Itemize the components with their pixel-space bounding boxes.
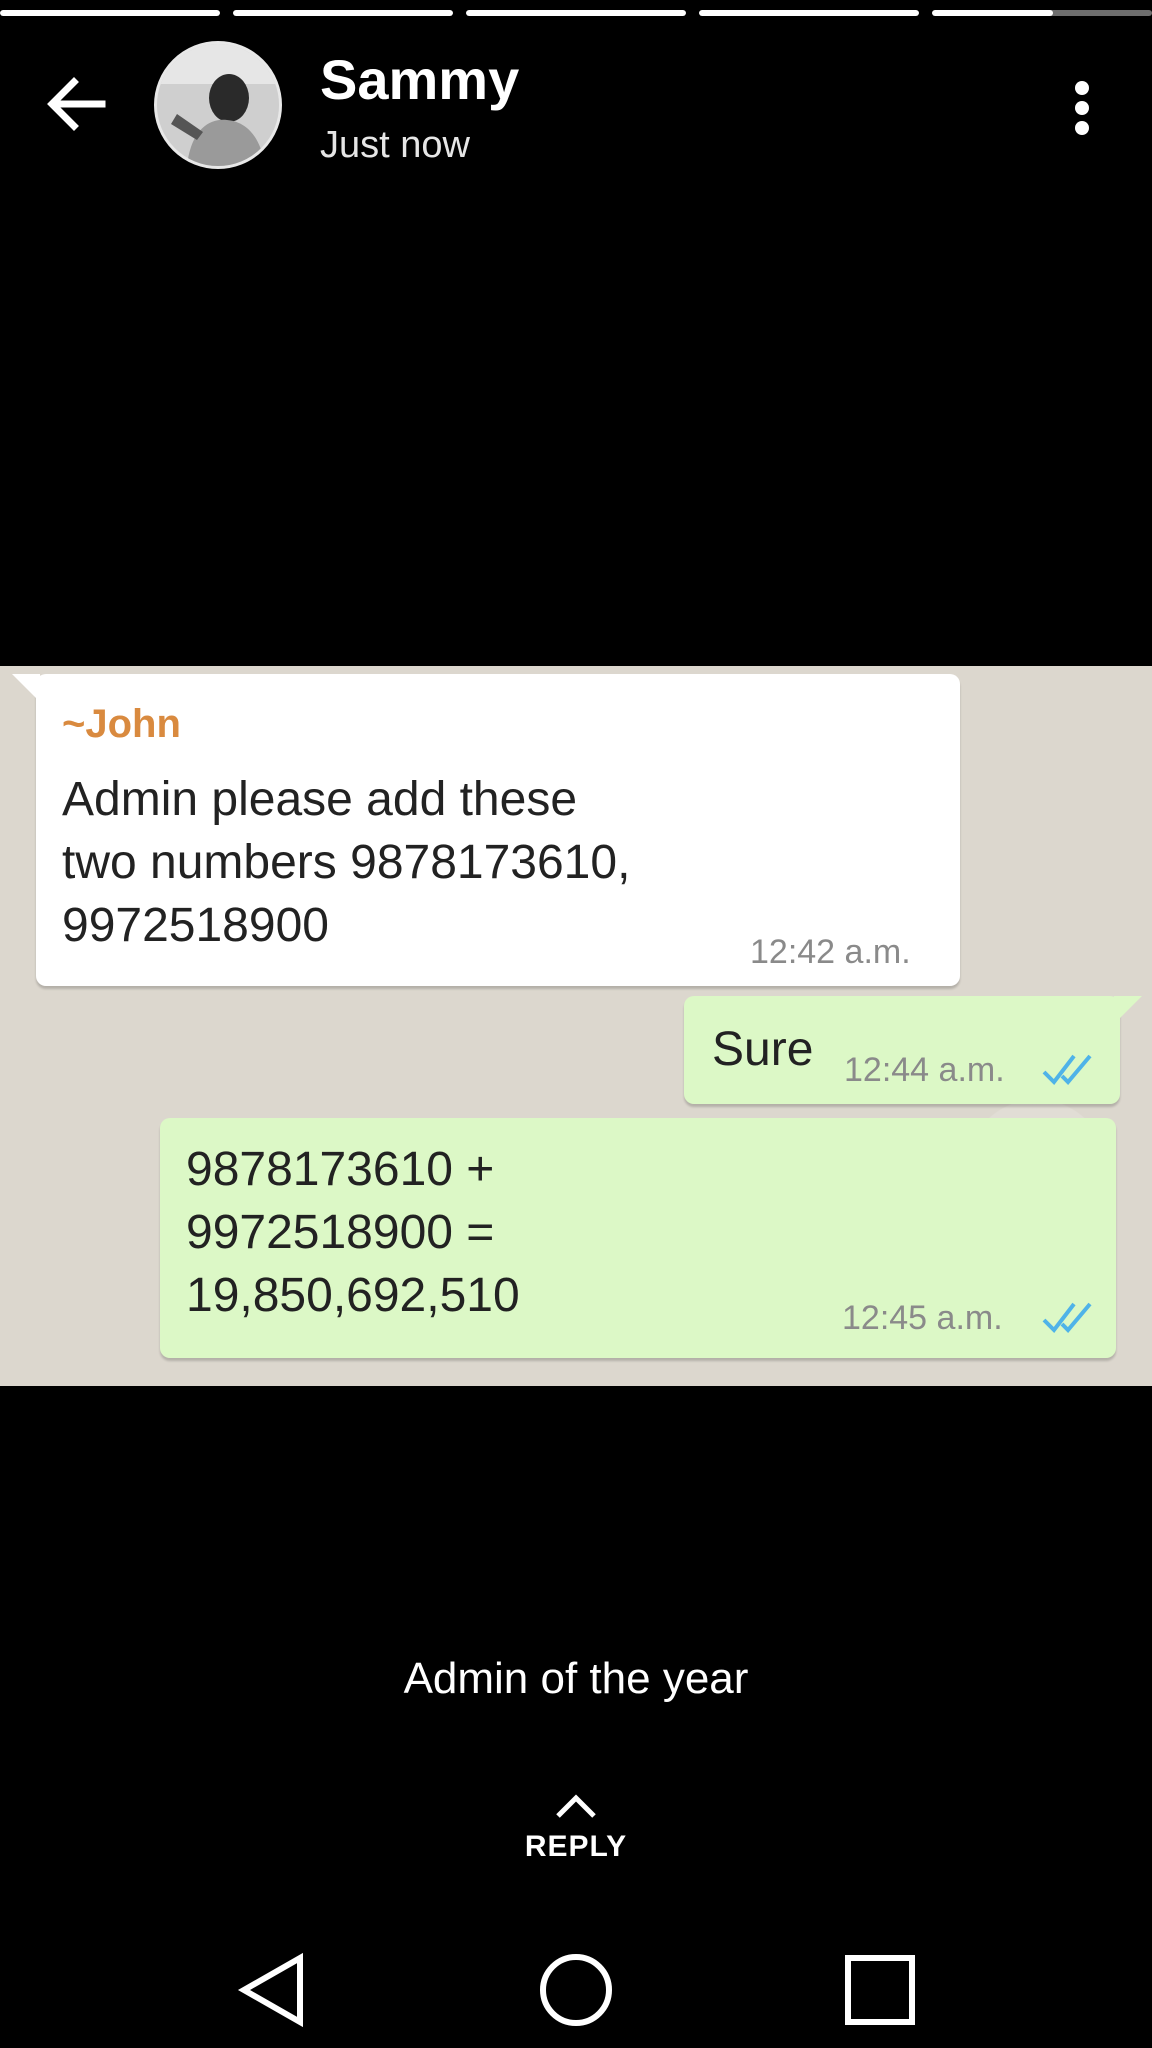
nav-home-circle-icon <box>540 1954 612 2026</box>
chevron-up-icon <box>556 1794 596 1818</box>
user-avatar-image <box>157 44 279 166</box>
message-time: 12:42 a.m. <box>750 933 911 971</box>
double-tick-icon <box>1042 1054 1092 1086</box>
nav-recents-button[interactable] <box>830 1940 930 2040</box>
reply-button[interactable]: REPLY <box>476 1786 676 1886</box>
back-button[interactable] <box>34 62 118 146</box>
avatar[interactable] <box>154 41 282 169</box>
more-options-button[interactable] <box>1050 66 1114 150</box>
story-timestamp: Just now <box>320 124 470 166</box>
message-time: 12:44 a.m. <box>844 1051 1005 1089</box>
more-vertical-icon <box>1075 81 1089 135</box>
story-caption: Admin of the year <box>403 1654 749 1703</box>
message-sender: ~John <box>62 702 181 746</box>
story-image: ~John Admin please add these two numbers… <box>0 666 1152 1386</box>
story-viewer: Sammy Just now ~John Admin please add th… <box>0 0 1152 2048</box>
progress-segment <box>932 10 1152 16</box>
arrow-left-icon <box>47 77 106 131</box>
progress-segment <box>0 10 220 16</box>
chat-bubble-outgoing: Sure 12:44 a.m. <box>684 996 1142 1104</box>
progress-segment <box>233 10 453 16</box>
reply-label: REPLY <box>524 1830 628 1863</box>
chat-bubble-incoming: ~John Admin please add these two numbers… <box>12 674 960 986</box>
progress-segment <box>466 10 686 16</box>
nav-back-triangle-icon <box>237 1952 303 2028</box>
nav-home-button[interactable] <box>526 1940 626 2040</box>
nav-back-button[interactable] <box>222 1940 322 2040</box>
nav-recents-square-icon <box>845 1955 915 2025</box>
chat-bubble-outgoing: 9878173610 + 9972518900 = 19,850,692,510… <box>160 1118 1116 1358</box>
message-text: 9878173610 + 9972518900 = 19,850,692,510 <box>186 1143 520 1322</box>
system-navigation-bar <box>0 1920 1152 2048</box>
story-progress-bar <box>0 10 1152 16</box>
message-time: 12:45 a.m. <box>842 1299 1003 1337</box>
progress-segment <box>699 10 919 16</box>
double-tick-icon <box>1042 1302 1092 1334</box>
message-text: Sure <box>712 1023 814 1076</box>
message-text: Admin please add these two numbers 98781… <box>62 773 631 952</box>
story-author-name[interactable]: Sammy <box>320 48 519 112</box>
